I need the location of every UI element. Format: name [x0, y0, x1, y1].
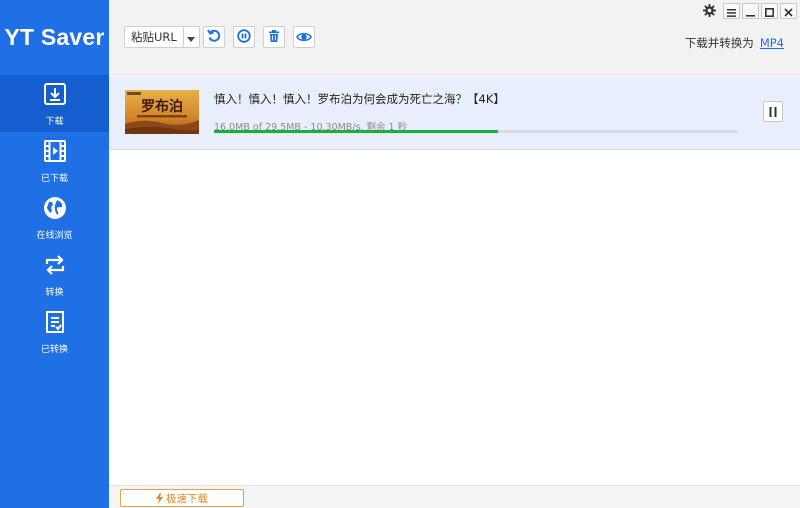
sidebar-item-downloaded[interactable]: 已下载: [0, 132, 109, 189]
status-bar: 极速下载: [109, 485, 800, 508]
close-icon: [784, 2, 793, 21]
download-progress-fill: [214, 130, 498, 133]
minimize-icon: [746, 2, 755, 21]
gear-icon: [702, 2, 716, 21]
menu-icon: [727, 2, 736, 21]
sidebar-item-label: 已下载: [40, 174, 68, 184]
refresh-button[interactable]: [203, 26, 225, 48]
globe-icon: [41, 194, 69, 222]
video-thumbnail: 罗布泊: [125, 90, 199, 134]
sidebar-item-label: 下载: [45, 117, 64, 127]
sidebar-item-label: 转换: [45, 288, 64, 298]
pause-all-icon: [237, 28, 251, 47]
minimize-button[interactable]: [742, 3, 759, 19]
turbo-download-button[interactable]: 极速下载: [120, 489, 244, 507]
turbo-download-label: 极速下载: [166, 492, 208, 505]
paste-url-group: 粘贴URL: [124, 26, 200, 48]
sidebar-item-label: 在线浏览: [36, 231, 73, 241]
thumbnail-title: 罗布泊: [141, 98, 183, 115]
pause-icon: [769, 102, 777, 121]
settings-button[interactable]: [701, 3, 717, 19]
pause-all-button[interactable]: [233, 26, 255, 48]
delete-button[interactable]: [263, 26, 285, 48]
sidebar-item-download[interactable]: 下载: [0, 75, 109, 132]
preview-button[interactable]: [293, 26, 315, 48]
download-list-area: [109, 150, 800, 485]
window-controls: [701, 3, 797, 19]
paste-url-dropdown[interactable]: [183, 26, 200, 48]
toolbar: 粘贴URL 下载并转换为 MP4: [109, 0, 800, 75]
download-icon: [41, 80, 69, 108]
pause-download-button[interactable]: [763, 101, 783, 122]
maximize-button[interactable]: [761, 3, 778, 19]
trash-icon: [267, 28, 281, 47]
converted-file-icon: [41, 308, 69, 336]
format-link[interactable]: MP4: [760, 36, 784, 50]
download-item[interactable]: 罗布泊 慎入！慎入！慎入！罗布泊为何会成为死亡之海？【4K】 16.0MB of…: [109, 76, 800, 150]
menu-button[interactable]: [723, 3, 740, 19]
convert-label: 下载并转换为: [684, 36, 754, 50]
sidebar-item-convert[interactable]: 转换: [0, 246, 109, 303]
caret-down-icon: [187, 28, 196, 47]
download-progress-bar: [214, 130, 738, 133]
paste-url-button[interactable]: 粘贴URL: [124, 26, 184, 48]
lightning-icon: [156, 492, 163, 504]
refresh-icon: [207, 28, 221, 47]
sidebar: YT Saver 下载 已下载 在线浏览 转换 已转换: [0, 0, 109, 508]
convert-arrows-icon: [41, 251, 69, 279]
sidebar-item-converted[interactable]: 已转换: [0, 303, 109, 360]
maximize-icon: [765, 2, 775, 21]
app-title: YT Saver: [4, 24, 105, 50]
download-title: 慎入！慎入！慎入！罗布泊为何会成为死亡之海？【4K】: [214, 92, 505, 106]
film-icon: [41, 137, 69, 165]
sidebar-item-browse[interactable]: 在线浏览: [0, 189, 109, 246]
eye-icon: [296, 28, 312, 47]
convert-setting: 下载并转换为 MP4: [685, 35, 784, 51]
sidebar-item-label: 已转换: [40, 345, 68, 355]
close-button[interactable]: [780, 3, 797, 19]
